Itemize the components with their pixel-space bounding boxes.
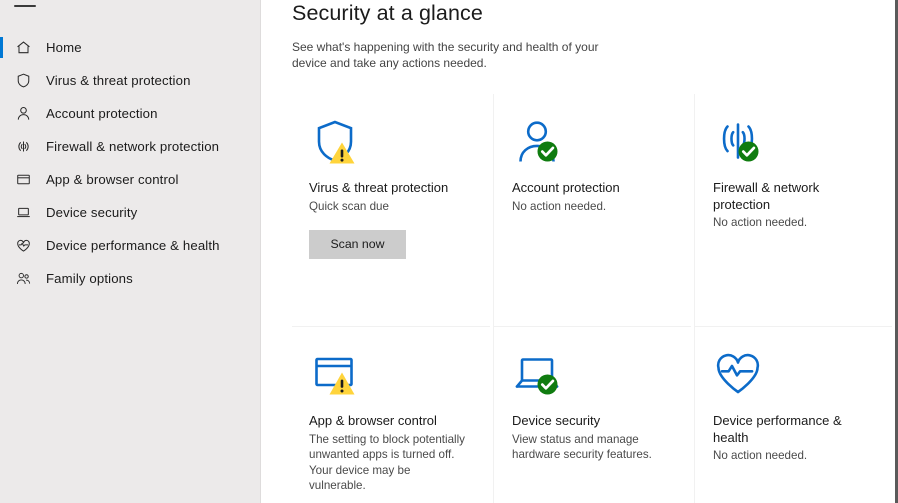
sidebar-item-label: Family options [46, 271, 133, 286]
heart-pulse-icon [713, 349, 771, 407]
tile-account-protection[interactable]: Account protection No action needed. [493, 94, 691, 326]
laptop-icon [12, 202, 34, 224]
tile-firewall-network-protection[interactable]: Firewall & network protection No action … [694, 94, 892, 326]
tile-status: View status and manage hardware security… [512, 432, 672, 463]
tile-status: No action needed. [713, 215, 873, 231]
selection-indicator [0, 37, 3, 58]
sidebar-item-device-security[interactable]: Device security [0, 196, 260, 229]
laptop-icon [512, 349, 570, 407]
tile-virus-threat-protection[interactable]: Virus & threat protection Quick scan due… [292, 94, 490, 326]
sidebar-item-label: Firewall & network protection [46, 139, 219, 154]
selection-indicator [0, 169, 3, 190]
sidebar-item-account-protection[interactable]: Account protection [0, 97, 260, 130]
wifi-signal-icon [713, 116, 771, 174]
status-tile-grid: Virus & threat protection Quick scan due… [292, 94, 895, 503]
tile-app-browser-control[interactable]: App & browser control The setting to blo… [292, 326, 490, 503]
check-badge [739, 142, 759, 162]
tile-status: Quick scan due [309, 199, 469, 215]
tile-title: App & browser control [309, 413, 459, 430]
sidebar-nav-list: Home Virus & threat protection [0, 31, 260, 295]
tile-row: App & browser control The setting to blo… [292, 326, 895, 503]
family-icon [12, 268, 34, 290]
scan-now-button[interactable]: Scan now [309, 230, 406, 259]
person-icon [512, 116, 570, 174]
tile-title: Account protection [512, 180, 662, 197]
check-badge [538, 142, 558, 162]
tile-status: The setting to block potentially unwante… [309, 432, 469, 494]
window-icon [12, 169, 34, 191]
shield-icon [309, 116, 367, 174]
windows-security-window: Home Virus & threat protection [0, 0, 898, 503]
sidebar-item-device-performance-health[interactable]: Device performance & health [0, 229, 260, 262]
sidebar-item-label: Home [46, 40, 82, 55]
main-content: Security at a glance See what's happenin… [261, 0, 895, 503]
sidebar-item-family-options[interactable]: Family options [0, 262, 260, 295]
tile-title: Firewall & network protection [713, 180, 863, 213]
sidebar-item-virus-threat-protection[interactable]: Virus & threat protection [0, 64, 260, 97]
selection-indicator [0, 136, 3, 157]
hamburger-icon[interactable] [14, 0, 36, 12]
tile-row: Virus & threat protection Quick scan due… [292, 94, 895, 326]
selection-indicator [0, 70, 3, 91]
sidebar-item-label: Account protection [46, 106, 158, 121]
navigation-sidebar: Home Virus & threat protection [0, 0, 261, 503]
tile-device-performance-health[interactable]: Device performance & health No action ne… [694, 326, 892, 503]
sidebar-item-label: Device performance & health [46, 238, 220, 253]
selection-indicator [0, 202, 3, 223]
selection-indicator [0, 235, 3, 256]
sidebar-item-label: Virus & threat protection [46, 73, 191, 88]
tile-status: No action needed. [512, 199, 672, 215]
check-badge [538, 375, 558, 395]
sidebar-item-firewall-network-protection[interactable]: Firewall & network protection [0, 130, 260, 163]
page-title: Security at a glance [292, 0, 895, 26]
page-subtitle: See what's happening with the security a… [292, 39, 622, 71]
sidebar-item-app-browser-control[interactable]: App & browser control [0, 163, 260, 196]
selection-indicator [0, 103, 3, 124]
window-icon [309, 349, 367, 407]
tile-device-security[interactable]: Device security View status and manage h… [493, 326, 691, 503]
tile-title: Device security [512, 413, 662, 430]
person-icon [12, 103, 34, 125]
home-icon [12, 37, 34, 59]
selection-indicator [0, 268, 3, 289]
page-header: Security at a glance See what's happenin… [261, 0, 895, 71]
shield-icon [12, 70, 34, 92]
tile-title: Device performance & health [713, 413, 863, 446]
sidebar-item-home[interactable]: Home [0, 31, 260, 64]
tile-title: Virus & threat protection [309, 180, 459, 197]
wifi-signal-icon [12, 136, 34, 158]
tile-status: No action needed. [713, 448, 873, 464]
heart-pulse-icon [12, 235, 34, 257]
sidebar-item-label: App & browser control [46, 172, 179, 187]
sidebar-item-label: Device security [46, 205, 137, 220]
